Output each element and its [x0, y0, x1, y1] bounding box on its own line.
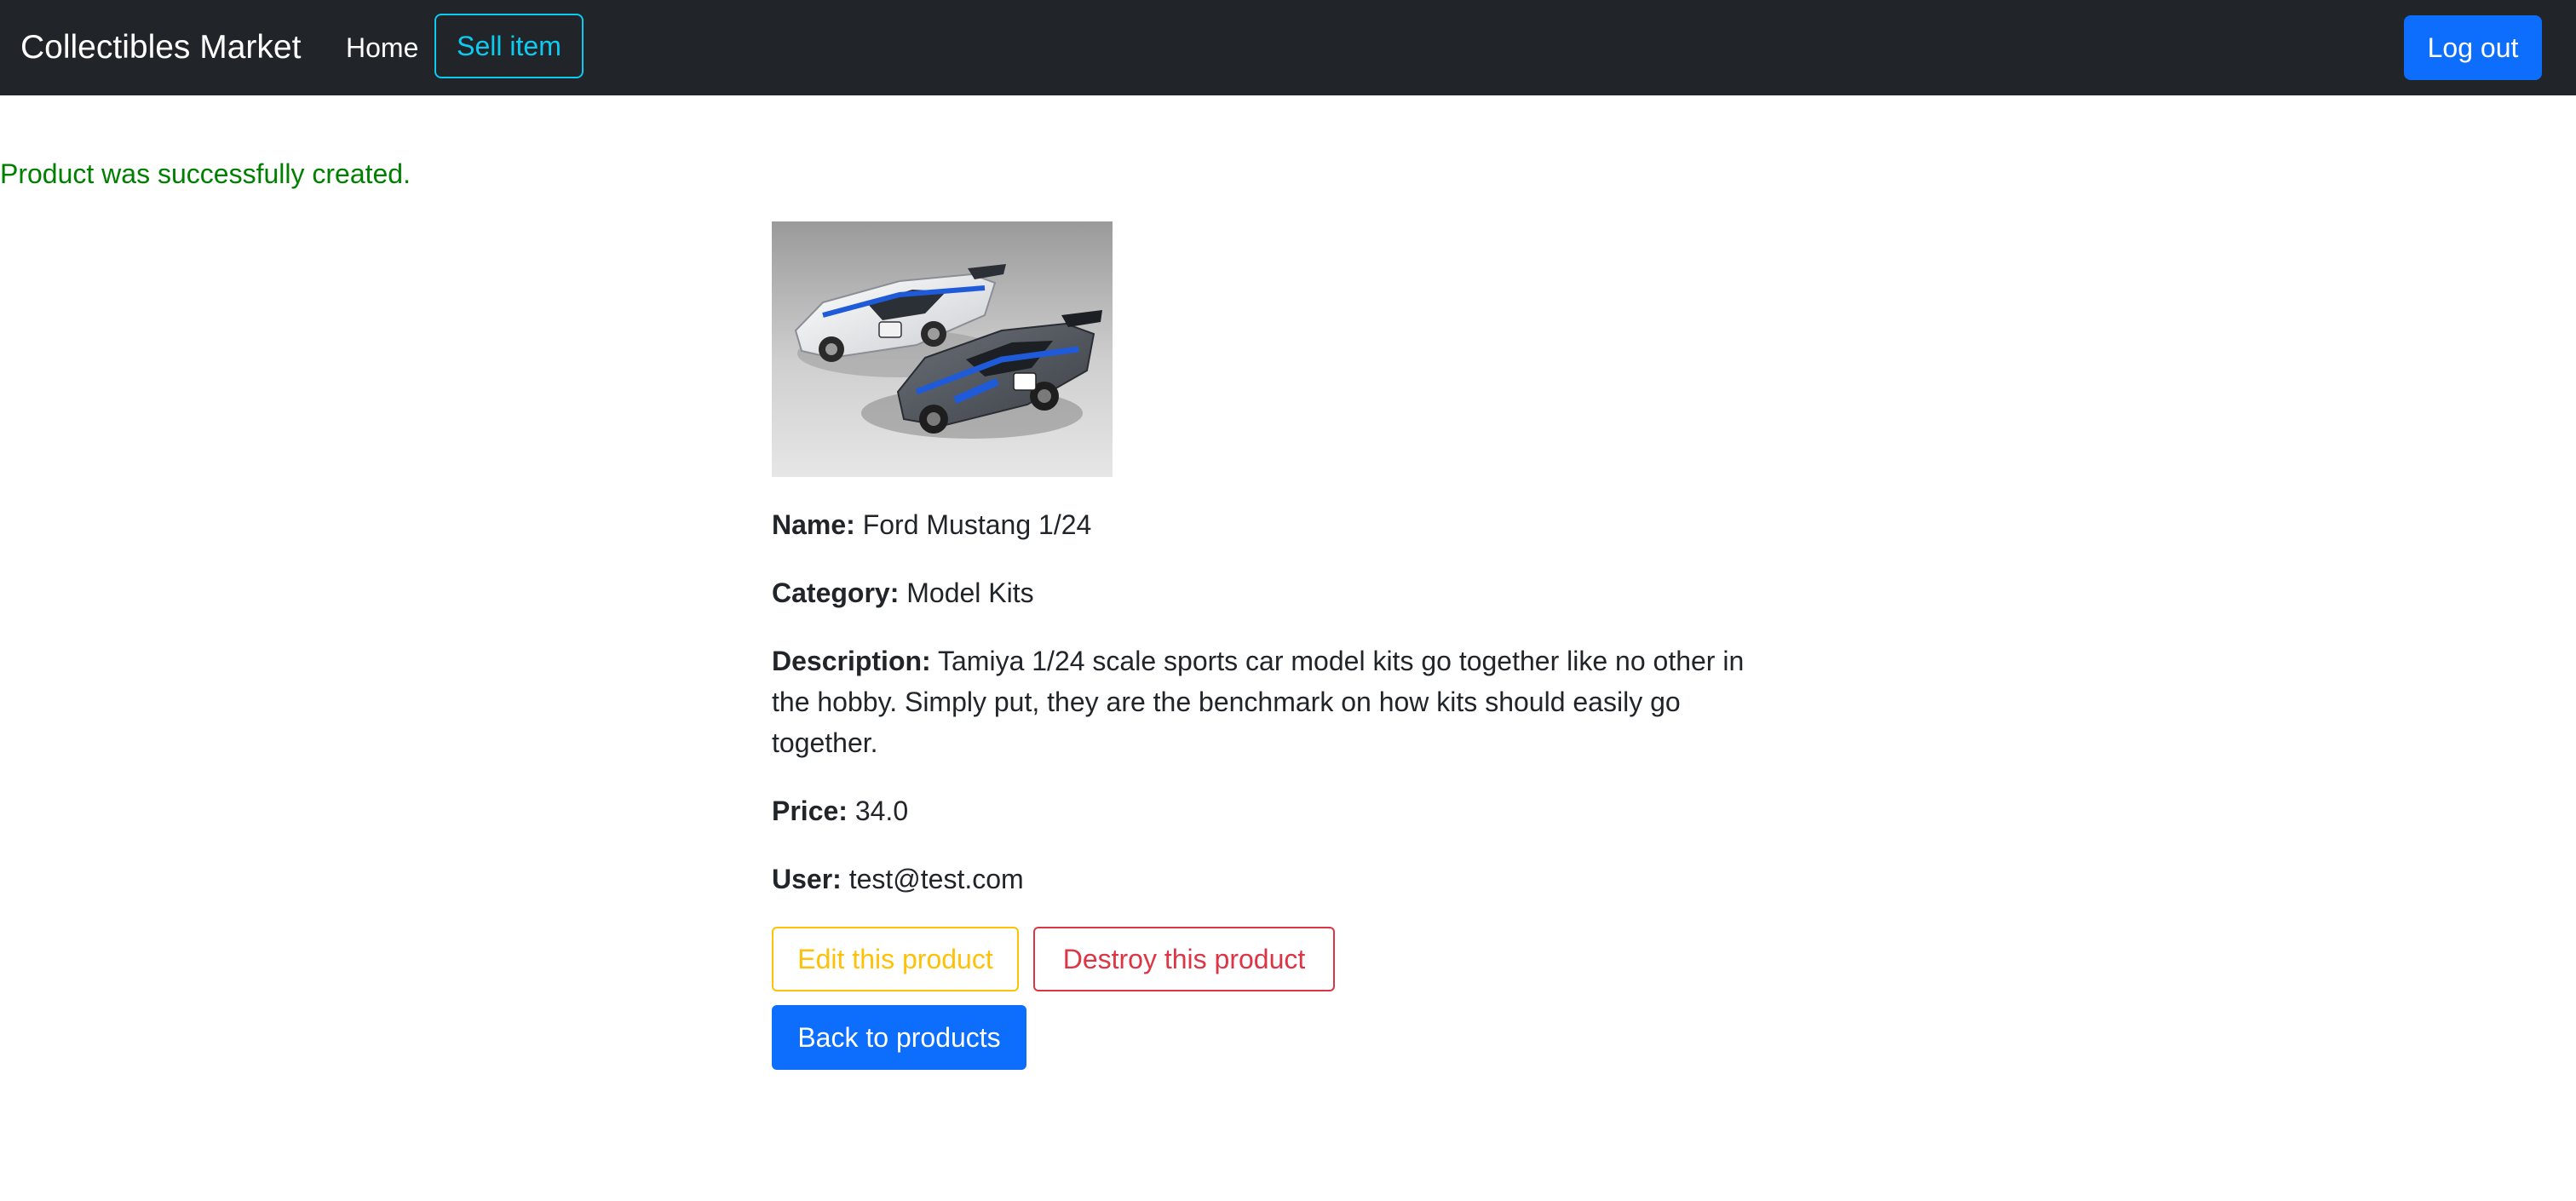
brand-link[interactable]: Collectibles Market [20, 24, 301, 72]
product-image [772, 221, 1113, 477]
product-actions: Edit this product Destroy this product [772, 927, 1785, 993]
category-label: Category: [772, 578, 900, 608]
product-description-field: Description: Tamiya 1/24 scale sports ca… [772, 641, 1785, 763]
user-label: User: [772, 864, 842, 894]
edit-product-button[interactable]: Edit this product [772, 927, 1019, 991]
product-name: Ford Mustang 1/24 [862, 509, 1092, 540]
name-label: Name: [772, 509, 855, 540]
product-price: 34.0 [854, 796, 909, 826]
product-category: Model Kits [906, 578, 1034, 608]
log-out-button[interactable]: Log out [2404, 15, 2542, 80]
back-to-products-button[interactable]: Back to products [772, 1005, 1026, 1070]
sell-item-button[interactable]: Sell item [434, 14, 584, 78]
product-name-field: Name: Ford Mustang 1/24 [772, 504, 1785, 545]
destroy-product-button[interactable]: Destroy this product [1033, 927, 1335, 991]
product-user-field: User: test@test.com [772, 859, 1785, 899]
price-label: Price: [772, 796, 848, 826]
top-navbar: Collectibles Market Home Sell item Log o… [0, 0, 2576, 95]
product-detail: Name: Ford Mustang 1/24 Category: Model … [772, 221, 1785, 1070]
nav-home-link[interactable]: Home [346, 26, 418, 70]
success-notice: Product was successfully created. [0, 158, 411, 189]
product-category-field: Category: Model Kits [772, 572, 1785, 613]
product-price-field: Price: 34.0 [772, 790, 1785, 831]
description-label: Description: [772, 646, 931, 676]
product-user: test@test.com [848, 864, 1024, 894]
